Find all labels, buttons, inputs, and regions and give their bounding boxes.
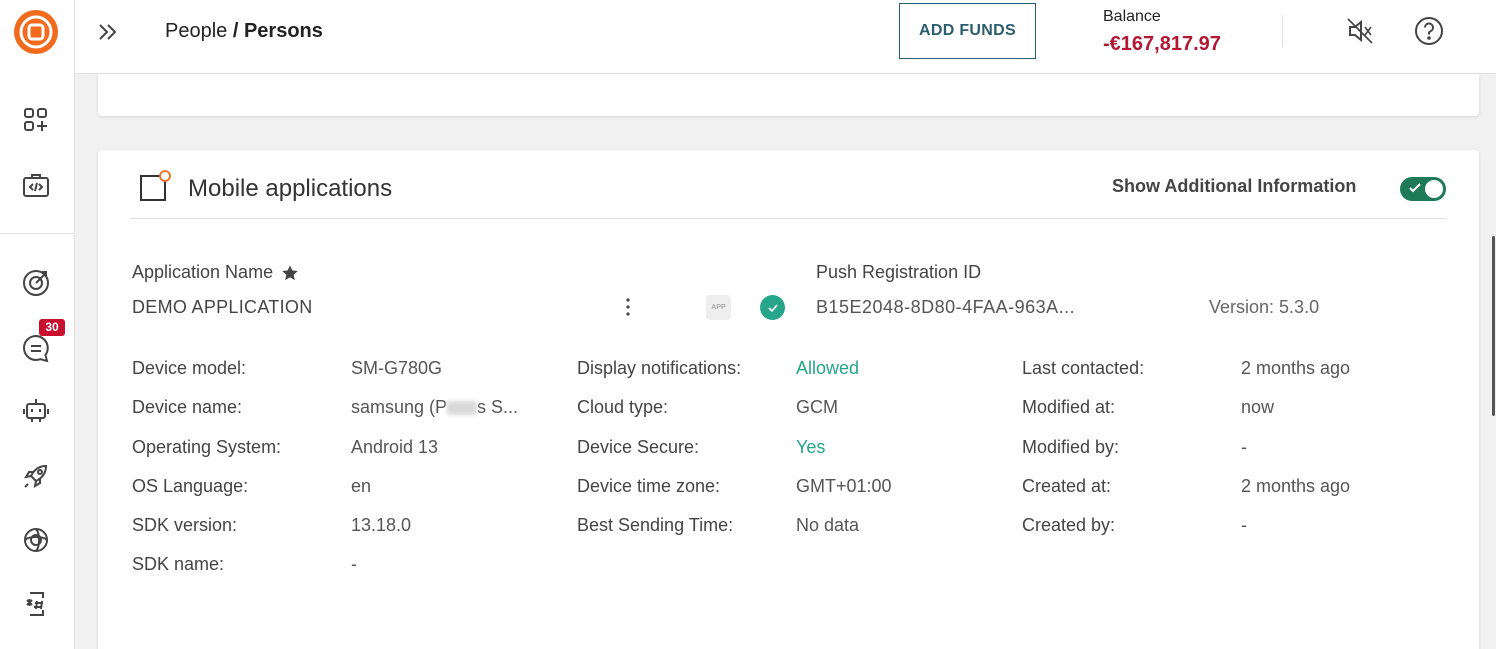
developer-tools-icon[interactable] [18, 168, 54, 204]
os-language-label: OS Language: [132, 476, 249, 496]
header-divider [1282, 15, 1283, 47]
mobile-app-icon [140, 170, 171, 201]
toggle-knob [1425, 180, 1443, 198]
notification-badge: 30 [39, 319, 65, 336]
sdk-name-value: - [351, 554, 357, 574]
modified-by-value: - [1241, 437, 1247, 457]
device-name-value: samsung (P s S... [351, 397, 518, 418]
mobile-applications-card: Mobile applications Show Additional Info… [98, 150, 1479, 649]
modified-at-value: now [1241, 397, 1275, 417]
device-name-label: Device name: [132, 397, 243, 417]
sdk-version-value: 13.18.0 [351, 515, 412, 535]
device-time-zone-label: Device time zone: [577, 476, 721, 496]
created-at-value: 2 months ago [1241, 476, 1351, 496]
operating-system-label: Operating System: [132, 437, 282, 457]
created-by-label: Created by: [1022, 515, 1116, 535]
os-language-value: en [351, 476, 372, 496]
operating-system-value: Android 13 [351, 437, 439, 457]
exchange-icon[interactable] [18, 586, 54, 622]
check-icon [1409, 183, 1421, 193]
previous-card [98, 74, 1479, 116]
sdk-name-label: SDK name: [132, 554, 225, 574]
show-additional-info-toggle[interactable] [1400, 177, 1446, 201]
display-notifications-label: Display notifications: [577, 358, 742, 378]
toggle-label: Show Additional Information [1112, 176, 1357, 196]
device-secure-label: Device Secure: [577, 437, 700, 457]
card-title: Mobile applications [188, 175, 393, 202]
app-name-value: DEMO APPLICATION [132, 297, 313, 317]
best-sending-time-label: Best Sending Time: [577, 515, 734, 535]
apps-icon[interactable] [18, 102, 54, 138]
modified-by-label: Modified by: [1022, 437, 1120, 457]
display-notifications-value: Allowed [796, 358, 860, 378]
sidebar: 30 [0, 0, 75, 649]
redacted-text [447, 401, 478, 416]
sidebar-divider [0, 233, 75, 234]
breadcrumb-current: Persons [243, 20, 323, 42]
card-divider [130, 218, 1447, 219]
page-scrollbar[interactable] [1492, 236, 1495, 416]
last-contacted-value: 2 months ago [1241, 358, 1351, 378]
cloud-type-label: Cloud type: [577, 397, 669, 417]
breadcrumb-separator: / [227, 20, 244, 42]
device-time-zone-value: GMT+01:00 [796, 476, 892, 496]
chatbot-icon[interactable] [18, 393, 54, 429]
created-at-label: Created at: [1022, 476, 1112, 496]
app-name-label: Application Name [132, 262, 299, 283]
more-options-icon[interactable] [620, 295, 636, 319]
push-registration-label: Push Registration ID [816, 262, 982, 282]
target-icon[interactable] [18, 265, 54, 301]
help-icon[interactable] [1414, 16, 1444, 46]
app-version: Version: 5.3.0 [1209, 297, 1320, 317]
push-registration-id: B15E2048-8D80-4FAA-963A... [816, 297, 1076, 317]
modified-at-label: Modified at: [1022, 397, 1116, 417]
expand-sidebar-icon[interactable] [95, 19, 121, 45]
brand-logo-icon[interactable] [13, 9, 59, 55]
app-type-chip: APP [706, 295, 731, 320]
status-ok-icon [760, 295, 785, 320]
top-header: People / Persons ADD FUNDS Balance -€167… [75, 0, 1496, 74]
device-name-value-end: s S... [477, 397, 519, 417]
breadcrumb-parent[interactable]: People [165, 20, 227, 42]
device-name-value-start: samsung (P [351, 397, 448, 417]
balance-value: -€167,817.97 [1103, 33, 1221, 55]
best-sending-time-value: No data [796, 515, 860, 535]
device-secure-value: Yes [796, 437, 826, 457]
rocket-icon[interactable] [18, 458, 54, 494]
app-name-label-text: Application Name [132, 262, 274, 282]
cloud-type-value: GCM [796, 397, 838, 417]
breadcrumb: People / Persons [165, 20, 323, 43]
last-contacted-label: Last contacted: [1022, 358, 1145, 378]
ai-icon[interactable] [18, 522, 54, 558]
sdk-version-label: SDK version: [132, 515, 238, 535]
device-model-value: SM-G780G [351, 358, 443, 378]
balance-label: Balance [1103, 8, 1161, 25]
created-by-value: - [1241, 515, 1247, 535]
mute-sound-icon[interactable] [1345, 16, 1375, 46]
star-icon [282, 264, 298, 280]
device-model-label: Device model: [132, 358, 247, 378]
add-funds-button[interactable]: ADD FUNDS [899, 3, 1036, 59]
